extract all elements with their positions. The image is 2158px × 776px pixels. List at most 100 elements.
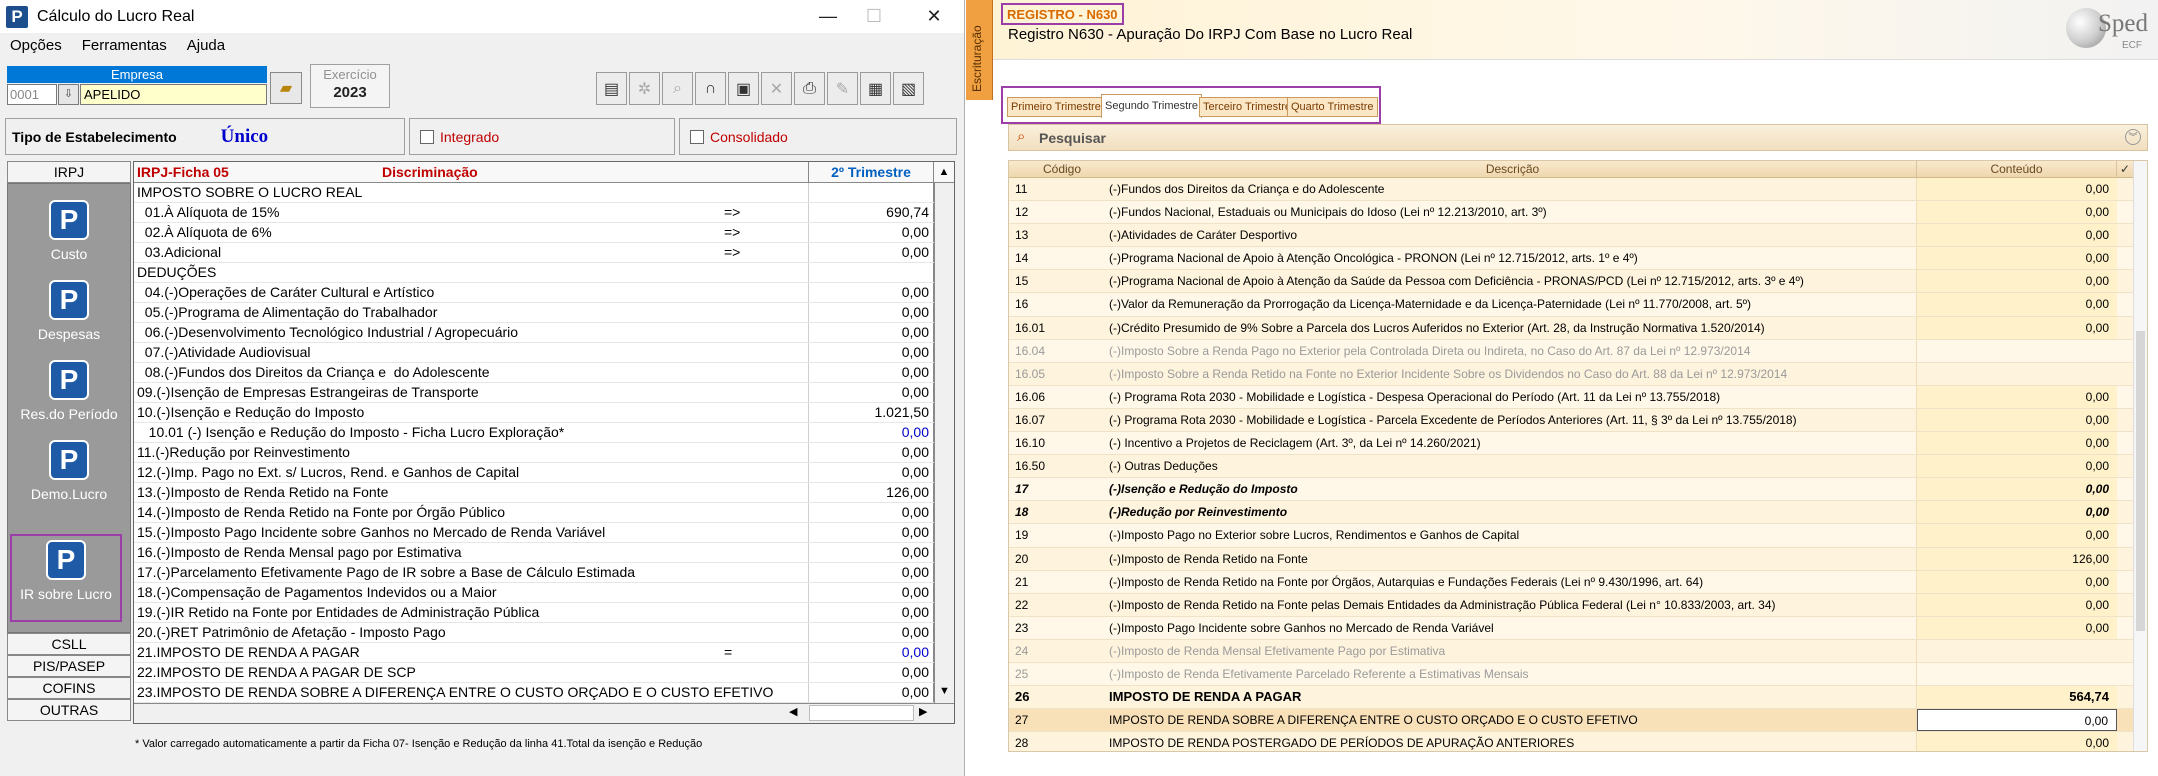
side-tab-pis-pasep[interactable]: PIS/PASEP xyxy=(7,655,131,677)
minimize-button[interactable]: — xyxy=(805,0,851,33)
table-row[interactable]: 17.(-)Parcelamento Efetivamente Pago de … xyxy=(134,563,954,583)
row-value[interactable]: 0,00 xyxy=(809,243,934,262)
table-row[interactable]: 16.10 (-) Incentivo a Projetos de Recicla… xyxy=(1009,432,2147,456)
table-row[interactable]: 14 (-)Programa Nacional de Apoio à Atençã… xyxy=(1009,247,2147,271)
table-row[interactable]: 19 (-)Imposto Pago no Exterior sobre Lucr… xyxy=(1009,524,2147,548)
row-value[interactable]: 0,00 xyxy=(809,683,934,702)
row-content-field[interactable]: 0,00 xyxy=(1917,293,2117,316)
row-value[interactable]: 0,00 xyxy=(809,283,934,302)
row-content-field[interactable]: 0,00 xyxy=(1917,455,2117,478)
search-bar[interactable]: ⌕ Pesquisar ︾ xyxy=(1008,124,2148,151)
side-tab-outras[interactable]: OUTRAS xyxy=(7,699,131,721)
row-value[interactable]: 0,00 xyxy=(809,383,934,402)
row-value[interactable]: 0,00 xyxy=(809,563,934,582)
tab-terceiro-trimestre[interactable]: Terceiro Trimestre xyxy=(1199,97,1296,117)
table-row[interactable]: 11 (-)Fundos dos Direitos da Criança e do… xyxy=(1009,178,2147,202)
table-row[interactable]: 07.(-)Atividade Audiovisual 0,00 xyxy=(134,343,954,363)
table-row[interactable]: 28 IMPOSTO DE RENDA POSTERGADO DE PERÍODO… xyxy=(1009,732,2147,751)
export-folder-icon[interactable]: ▦ xyxy=(860,72,891,105)
search-icon[interactable]: ⌕ xyxy=(662,72,693,105)
side-item-custo[interactable]: P Custo xyxy=(8,196,130,274)
row-value[interactable]: 0,00 xyxy=(809,503,934,522)
table-row[interactable]: 25 (-)Imposto de Renda Efetivamente Parce… xyxy=(1009,662,2147,687)
table-row[interactable]: 12.(-)Imp. Pago no Ext. s/ Lucros, Rend.… xyxy=(134,463,954,483)
tab-segundo-trimestre[interactable]: Segundo Trimestre xyxy=(1101,94,1202,118)
save-icon[interactable]: ▣ xyxy=(728,72,759,105)
table-row[interactable]: 10.01 (-) Isenção e Redução do Imposto -… xyxy=(134,423,954,443)
gear-icon[interactable]: ✲ xyxy=(629,72,660,105)
table-row[interactable]: 14.(-)Imposto de Renda Retido na Fonte p… xyxy=(134,503,954,523)
table-row[interactable]: 23.IMPOSTO DE RENDA SOBRE A DIFERENÇA EN… xyxy=(134,683,954,703)
maximize-button[interactable]: ☐ xyxy=(851,0,897,33)
table-row[interactable]: 13 (-)Atividades de Caráter Desportivo 0,0… xyxy=(1009,224,2147,248)
row-content-field[interactable] xyxy=(1917,340,2117,362)
row-content-field[interactable]: 0,00 xyxy=(1917,316,2117,339)
row-content-field[interactable]: 0,00 xyxy=(1917,501,2117,524)
row-value[interactable]: 0,00 xyxy=(809,363,934,382)
open-folder-button[interactable]: ▰ xyxy=(270,72,302,104)
row-value[interactable]: 0,00 xyxy=(809,223,934,242)
row-value[interactable]: 0,00 xyxy=(809,523,934,542)
row-content-field[interactable]: 0,00 xyxy=(1917,616,2117,639)
row-content-field[interactable]: 0,00 xyxy=(1917,570,2117,593)
row-value[interactable]: 0,00 xyxy=(809,643,934,662)
trimestre-header[interactable]: 2º Trimestre xyxy=(809,162,934,182)
row-content-field[interactable]: 0,00 xyxy=(1917,247,2117,270)
table-row[interactable]: 12 (-)Fundos Nacional, Estaduais ou Munic… xyxy=(1009,201,2147,225)
row-content-field[interactable]: 0,00 xyxy=(1917,478,2117,501)
table-row[interactable]: 02.À Alíquota de 6% => 0,00 xyxy=(134,223,954,243)
table-row[interactable]: 03.Adicional => 0,00 xyxy=(134,243,954,263)
scroll-up-icon[interactable]: ▲ xyxy=(934,162,954,182)
table-row[interactable]: 04.(-)Operações de Caráter Cultural e Ar… xyxy=(134,283,954,303)
row-value[interactable]: 0,00 xyxy=(809,303,934,322)
empresa-name-field[interactable]: APELIDO xyxy=(80,84,267,105)
table-row[interactable]: 11.(-)Redução por Reinvestimento 0,00 xyxy=(134,443,954,463)
row-content-field[interactable] xyxy=(1917,640,2117,662)
table-scroll-thumb[interactable] xyxy=(2136,331,2145,631)
table-row[interactable]: 22 (-)Imposto de Renda Retido na Fonte pe… xyxy=(1009,593,2147,617)
table-row[interactable]: 01.À Alíquota de 15% => 690,74 xyxy=(134,203,954,223)
row-content-field[interactable]: 0,00 xyxy=(1917,732,2117,751)
table-row[interactable]: 18.(-)Compensação de Pagamentos Indevido… xyxy=(134,583,954,603)
table-row[interactable]: 15 (-)Programa Nacional de Apoio à Atençã… xyxy=(1009,270,2147,294)
table-row[interactable]: 16.07 (-) Programa Rota 2030 - Mobilidade… xyxy=(1009,408,2147,433)
row-value[interactable]: 690,74 xyxy=(809,203,934,222)
row-content-field[interactable]: 0,00 xyxy=(1917,224,2117,247)
table-row[interactable]: 27 IMPOSTO DE RENDA SOBRE A DIFERENÇA ENT… xyxy=(1009,709,2147,733)
tab-quarto-trimestre[interactable]: Quarto Trimestre xyxy=(1287,97,1378,117)
import-folder-icon[interactable]: ▧ xyxy=(893,72,924,105)
menu-ferramentas[interactable]: Ferramentas xyxy=(72,37,177,54)
menu-opcoes[interactable]: Opções xyxy=(0,37,72,54)
table-row[interactable]: 24 (-)Imposto de Renda Mensal Efetivament… xyxy=(1009,639,2147,663)
row-content-field[interactable] xyxy=(1917,363,2117,385)
empresa-code-field[interactable]: 0001 xyxy=(7,84,57,105)
delete-icon[interactable]: ✕ xyxy=(761,72,792,105)
row-content-field[interactable]: 0,00 xyxy=(1917,201,2117,224)
table-row[interactable]: 09.(-)Isenção de Empresas Estrangeiras d… xyxy=(134,383,954,403)
row-value[interactable]: 0,00 xyxy=(809,323,934,342)
row-content-field[interactable]: 0,00 xyxy=(1917,270,2117,293)
table-row[interactable]: 10.(-)Isenção e Redução do Imposto 1.021,… xyxy=(134,403,954,423)
table-row[interactable]: 19.(-)IR Retido na Fonte por Entidades d… xyxy=(134,603,954,623)
row-content-field[interactable]: 0,00 xyxy=(1917,385,2117,408)
table-row[interactable]: 16 (-)Valor da Remuneração da Prorrogação… xyxy=(1009,293,2147,317)
table-row[interactable]: 21.IMPOSTO DE RENDA A PAGAR = 0,00 xyxy=(134,643,954,663)
table-row[interactable]: 08.(-)Fundos dos Direitos da Criança e d… xyxy=(134,363,954,383)
table-row[interactable]: 17 (-)Isenção e Redução do Imposto 0,00 xyxy=(1009,478,2147,502)
side-item-despesas[interactable]: P Despesas xyxy=(8,276,130,354)
collapse-icon[interactable]: ︾ xyxy=(2125,129,2141,145)
scroll-thumb[interactable] xyxy=(809,705,914,721)
row-content-field[interactable]: 0,00 xyxy=(1917,524,2117,547)
integrado-checkbox[interactable] xyxy=(420,129,434,144)
row-value[interactable]: 0,00 xyxy=(809,423,934,442)
grid-horizontal-scrollbar[interactable]: ◀ ▶ xyxy=(134,703,954,723)
unlock-icon[interactable]: ∩ xyxy=(695,72,726,105)
table-row[interactable]: 22.IMPOSTO DE RENDA A PAGAR DE SCP 0,00 xyxy=(134,663,954,683)
table-row[interactable]: 20.(-)RET Patrimônio de Afetação - Impos… xyxy=(134,623,954,643)
consolidado-checkbox[interactable] xyxy=(690,129,704,144)
table-vertical-scrollbar[interactable] xyxy=(2133,161,2147,751)
grid-vertical-scrollbar[interactable]: ▼ xyxy=(934,183,954,703)
row-value[interactable]: 0,00 xyxy=(809,543,934,562)
row-value[interactable]: 0,00 xyxy=(809,603,934,622)
document-icon[interactable]: ▤ xyxy=(596,72,627,105)
